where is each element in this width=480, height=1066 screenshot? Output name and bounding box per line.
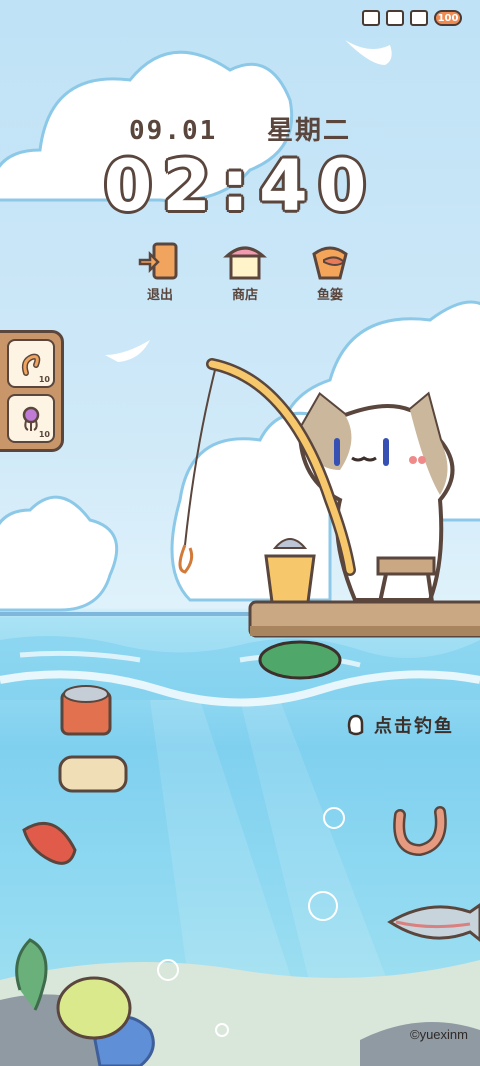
date-display: 09.01 星期二: [0, 110, 480, 147]
tap-hand-icon: [347, 714, 364, 736]
shop-label: 商店: [231, 288, 258, 303]
bait-slot-squid[interactable]: 10: [7, 394, 55, 443]
date-text: 09.01: [129, 116, 218, 146]
fish-basket-button[interactable]: 鱼篓: [300, 240, 360, 303]
battery-indicator: 100: [434, 10, 462, 26]
squid-bait-icon: [22, 406, 40, 431]
exit-button[interactable]: 退出: [130, 240, 190, 303]
exit-label: 退出: [146, 288, 173, 303]
cat-icon: [386, 10, 404, 26]
weekday-text: 星期二: [266, 116, 351, 146]
tap-to-fish-label: 点击钓鱼: [374, 716, 454, 737]
game-menu: 退出 商店 鱼篓: [130, 240, 360, 303]
status-bar: 100: [362, 10, 462, 26]
shop-button[interactable]: 商店: [215, 240, 275, 303]
worm-bait-icon: [21, 353, 41, 376]
artist-credit: ©yuexinm: [410, 1027, 468, 1042]
bait-slot-worm[interactable]: 10: [7, 339, 55, 388]
battery-level: 100: [437, 12, 459, 24]
wifi-icon: [410, 10, 428, 26]
bait-panel: 10 10: [0, 330, 64, 452]
exit-door-icon: [138, 242, 178, 280]
bait-count-squid: 10: [38, 430, 50, 439]
fish-basket-label: 鱼篓: [316, 288, 343, 303]
time-display: 02:40: [103, 145, 377, 227]
bait-count-worm: 10: [38, 375, 50, 384]
shop-icon: [223, 246, 267, 280]
tap-to-fish-hint[interactable]: 点击钓鱼: [344, 712, 454, 738]
fish-basket-icon: [312, 246, 348, 280]
mute-icon: [362, 10, 380, 26]
